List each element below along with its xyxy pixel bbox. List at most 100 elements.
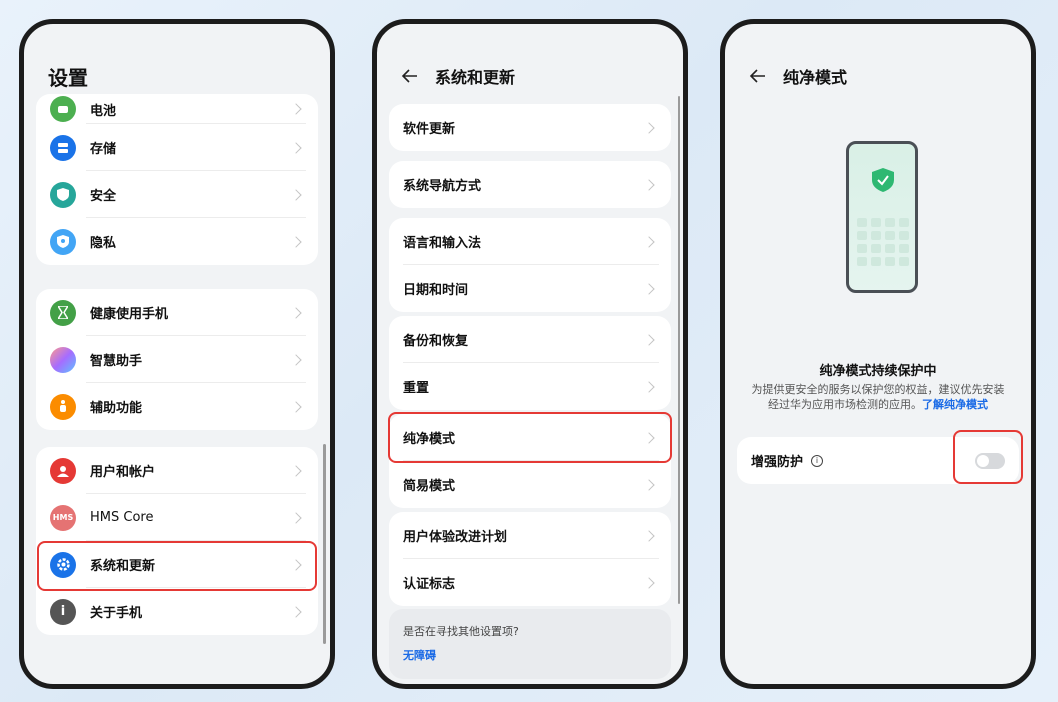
menu-item-label: 简易模式 <box>403 479 456 494</box>
settings-group-1: 电池 存储 安全 隐私 <box>36 94 318 265</box>
menu-item-reset[interactable]: 重置 <box>389 363 671 410</box>
settings-item-label: 健康使用手机 <box>90 307 169 322</box>
chevron-right-icon <box>290 558 302 571</box>
app-grid-illustration <box>857 218 909 266</box>
menu-item-label: 认证标志 <box>403 577 456 592</box>
settings-item-privacy[interactable]: 隐私 <box>36 218 318 265</box>
menu-card: 纯净模式 简易模式 <box>389 414 671 508</box>
menu-item-backup-restore[interactable]: 备份和恢复 <box>389 316 671 363</box>
scrollbar[interactable] <box>323 444 326 644</box>
menu-item-navigation[interactable]: 系统导航方式 <box>389 161 671 208</box>
menu-card: 备份和恢复 重置 <box>389 316 671 410</box>
protection-status-title: 纯净模式持续保护中 <box>819 364 937 379</box>
search-suggestion-link[interactable]: 无障碍 <box>403 647 657 663</box>
menu-item-date-time[interactable]: 日期和时间 <box>389 265 671 312</box>
settings-item-label: 用户和帐户 <box>90 465 156 480</box>
search-suggestion-card: 是否在寻找其他设置项? 无障碍 <box>389 609 671 679</box>
security-shield-icon <box>50 181 76 208</box>
settings-item-accessibility[interactable]: 辅助功能 <box>36 383 318 430</box>
hms-icon: HMS <box>50 504 76 531</box>
page-title: 系统和更新 <box>435 68 516 87</box>
menu-item-certification[interactable]: 认证标志 <box>389 559 671 606</box>
chevron-right-icon <box>290 188 302 201</box>
chevron-right-icon <box>643 121 655 134</box>
settings-item-about-phone[interactable]: i 关于手机 <box>36 588 318 635</box>
settings-item-hms-core[interactable]: HMS HMS Core <box>36 494 318 541</box>
chevron-right-icon <box>290 306 302 319</box>
chevron-right-icon <box>290 400 302 413</box>
navbar: 纯净模式 <box>749 64 847 88</box>
menu-item-label: 重置 <box>403 381 430 396</box>
menu-item-label: 备份和恢复 <box>403 334 469 349</box>
menu-item-software-update[interactable]: 软件更新 <box>389 104 671 151</box>
settings-item-label: 辅助功能 <box>90 401 143 416</box>
privacy-icon <box>50 228 76 255</box>
phone-shield-illustration <box>846 141 918 293</box>
protection-description: 为提供更安全的服务以保护您的权益，建议优先安装经过华为应用市场检测的应用。了解纯… <box>747 382 1009 412</box>
settings-item-label: 电池 <box>90 103 117 119</box>
back-arrow-icon[interactable] <box>749 67 767 85</box>
enhanced-protection-card: 增强防护 i <box>737 437 1019 484</box>
chevron-right-icon <box>290 103 302 115</box>
settings-item-label: 隐私 <box>90 236 117 251</box>
settings-item-label: 系统和更新 <box>90 559 156 574</box>
phone-settings-screen: 设置 电池 存储 安全 隐私 健康使用手机 智慧助手 辅助功能 用户和帐户 HM… <box>19 19 335 689</box>
storage-icon <box>50 134 76 161</box>
accessibility-icon <box>50 393 76 420</box>
menu-card: 系统导航方式 <box>389 161 671 208</box>
settings-item-health-usage[interactable]: 健康使用手机 <box>36 289 318 336</box>
settings-item-label: HMS Core <box>90 510 154 525</box>
chevron-right-icon <box>643 333 655 346</box>
chevron-right-icon <box>290 511 302 524</box>
menu-card: 语言和输入法 日期和时间 <box>389 218 671 312</box>
info-circle-icon[interactable]: i <box>811 454 824 467</box>
chevron-right-icon <box>643 431 655 444</box>
navbar: 系统和更新 <box>401 64 515 88</box>
chevron-right-icon <box>643 529 655 542</box>
battery-icon <box>50 96 76 122</box>
page-title: 纯净模式 <box>783 68 848 87</box>
chevron-right-icon <box>290 605 302 618</box>
learn-more-link[interactable]: 了解纯净模式 <box>922 398 988 411</box>
shield-check-icon <box>872 168 894 192</box>
settings-item-assistant[interactable]: 智慧助手 <box>36 336 318 383</box>
settings-item-battery[interactable]: 电池 <box>36 94 318 124</box>
back-arrow-icon[interactable] <box>401 67 419 85</box>
page-title: 设置 <box>48 66 88 90</box>
settings-group-2: 健康使用手机 智慧助手 辅助功能 <box>36 289 318 430</box>
phone-pure-mode-screen: 纯净模式 纯净模式持续保护中 为提供更安全的服务以保护您的权益，建议优先安装经过… <box>720 19 1036 689</box>
search-prompt: 是否在寻找其他设置项? <box>403 625 519 638</box>
menu-item-pure-mode[interactable]: 纯净模式 <box>389 414 671 461</box>
user-icon <box>50 457 76 484</box>
chevron-right-icon <box>290 353 302 366</box>
menu-item-label: 语言和输入法 <box>403 236 482 251</box>
enhanced-protection-row: 增强防护 i <box>737 437 1019 484</box>
chevron-right-icon <box>643 478 655 491</box>
settings-group-3: 用户和帐户 HMS HMS Core 系统和更新 i 关于手机 <box>36 447 318 635</box>
menu-item-simple-mode[interactable]: 简易模式 <box>389 461 671 508</box>
menu-item-language-input[interactable]: 语言和输入法 <box>389 218 671 265</box>
hourglass-icon <box>50 299 76 326</box>
settings-gear-icon <box>50 551 76 578</box>
menu-item-ux-improvement[interactable]: 用户体验改进计划 <box>389 512 671 559</box>
settings-item-system-update[interactable]: 系统和更新 <box>36 541 318 588</box>
phone-system-update-screen: 系统和更新 软件更新 系统导航方式 语言和输入法 日期和时间 备份和恢复 重置 … <box>372 19 688 689</box>
assistant-icon <box>50 346 76 373</box>
settings-item-security[interactable]: 安全 <box>36 171 318 218</box>
settings-item-label: 安全 <box>90 189 117 204</box>
scrollbar[interactable] <box>678 96 680 604</box>
menu-item-label: 纯净模式 <box>403 432 456 447</box>
menu-item-label: 系统导航方式 <box>403 179 482 194</box>
menu-card: 软件更新 <box>389 104 671 151</box>
settings-item-users-accounts[interactable]: 用户和帐户 <box>36 447 318 494</box>
chevron-right-icon <box>290 235 302 248</box>
chevron-right-icon <box>643 576 655 589</box>
menu-item-label: 用户体验改进计划 <box>403 530 508 545</box>
chevron-right-icon <box>290 141 302 154</box>
chevron-right-icon <box>643 235 655 248</box>
enhanced-protection-toggle[interactable] <box>975 452 1005 469</box>
settings-item-storage[interactable]: 存储 <box>36 124 318 171</box>
settings-item-label: 智慧助手 <box>90 354 143 369</box>
chevron-right-icon <box>643 282 655 295</box>
chevron-right-icon <box>290 464 302 477</box>
